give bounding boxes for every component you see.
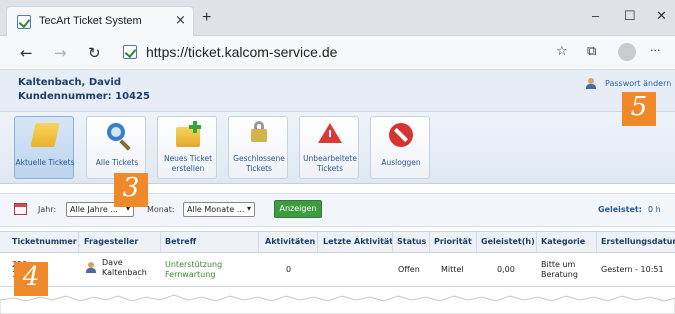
collections-icon[interactable]: ⧉ [587, 44, 596, 59]
calendar-icon [14, 203, 27, 215]
tab-close-icon[interactable]: × [175, 13, 186, 28]
category-line1: Bitte um [541, 260, 576, 269]
button-label-line1: Geschlossene [233, 154, 285, 163]
button-label-line2: Tickets [316, 164, 344, 173]
all-tickets-button[interactable]: Alle Tickets [86, 116, 146, 179]
col-created[interactable]: Erstellungsdatum [601, 237, 675, 246]
lock-icon [251, 129, 267, 142]
tab-title: TecArt Ticket System [39, 15, 142, 27]
button-label: Aktuelle Tickets [15, 158, 75, 167]
col-requester[interactable]: Fragesteller [84, 237, 138, 246]
person-icon [86, 262, 96, 273]
status-value: Offen [398, 265, 420, 274]
logout-button[interactable]: Ausloggen [370, 116, 430, 179]
col-last-activity[interactable]: Letzte Aktivität [323, 237, 393, 246]
button-label-line1: Neues Ticket [163, 154, 213, 163]
folder-icon [30, 123, 60, 147]
customer-number: Kundennummer: 10425 [18, 91, 150, 102]
hours-value: 0,00 [497, 265, 515, 274]
no-entry-icon [389, 123, 413, 147]
unprocessed-tickets-button[interactable]: Unbearbeitete Tickets [299, 116, 359, 179]
user-name: Kaltenbach, David [18, 77, 121, 88]
requester-last-name: Kaltenbach [102, 268, 147, 277]
window-close-button[interactable]: ✕ [656, 8, 667, 24]
site-favicon-icon [17, 15, 31, 29]
col-category[interactable]: Kategorie [541, 237, 585, 246]
favorites-icon[interactable]: ☆ [556, 44, 568, 59]
button-label-line2: Tickets [245, 164, 273, 173]
url-field[interactable]: https://ticket.kalcom-service.de [146, 44, 337, 60]
col-ticket-number[interactable]: Ticketnummer [12, 237, 77, 246]
col-status[interactable]: Status [397, 237, 426, 246]
button-label-line1: Unbearbeitete [303, 154, 357, 163]
hours-worked-value: 0 h [648, 205, 661, 214]
col-subject[interactable]: Betreff [165, 237, 196, 246]
magnifier-icon [107, 123, 125, 141]
closed-tickets-button[interactable]: Geschlossene Tickets [228, 116, 288, 179]
current-tickets-button[interactable]: Aktuelle Tickets [14, 116, 75, 179]
hours-worked-label: Geleistet: [598, 205, 642, 214]
browser-tab[interactable]: TecArt Ticket System × [6, 6, 194, 36]
more-menu-icon[interactable]: ··· [650, 44, 661, 57]
torn-edge-decoration [0, 294, 675, 314]
month-select-value: Alle Monate ... [187, 205, 245, 214]
plus-icon [189, 121, 201, 133]
requester-first-name: Dave [102, 258, 123, 267]
marker-5: 5 [622, 92, 656, 126]
change-password-link[interactable]: Passwort ändern [605, 79, 671, 88]
created-date: Gestern - 10:51 [601, 265, 664, 274]
subject-link-line1[interactable]: Unterstützung [165, 260, 222, 270]
year-label: Jahr: [38, 205, 57, 214]
show-button[interactable]: Anzeigen [274, 200, 322, 218]
category-line2: Beratung [541, 270, 578, 279]
back-icon[interactable]: ← [20, 44, 33, 62]
new-tab-button[interactable]: + [202, 9, 211, 27]
profile-avatar[interactable] [618, 43, 636, 61]
url-favicon-icon [123, 45, 137, 59]
marker-4: 4 [14, 262, 48, 296]
chevron-down-icon: ▾ [246, 204, 251, 213]
year-select-value: Alle Jahre ... [70, 205, 118, 214]
magnifier-handle-icon [119, 139, 131, 151]
user-icon [586, 78, 596, 89]
new-ticket-button[interactable]: Neues Ticket erstellen [157, 116, 217, 179]
month-label: Monat: [147, 205, 175, 214]
subject-link-line2[interactable]: Fernwartung [165, 270, 215, 280]
col-hours[interactable]: Geleistet(h) [481, 237, 535, 246]
priority-value: Mittel [441, 265, 464, 274]
minimize-button[interactable]: – [592, 8, 599, 23]
button-label: Alle Tickets [95, 158, 139, 167]
col-priority[interactable]: Priorität [434, 237, 472, 246]
activities-count: 0 [286, 265, 292, 274]
button-label: Ausloggen [381, 158, 421, 167]
col-activities[interactable]: Aktivitäten [265, 237, 315, 246]
maximize-button[interactable]: ☐ [624, 8, 636, 24]
warning-mark-icon [329, 130, 331, 137]
address-bar [0, 36, 675, 70]
reload-icon[interactable]: ↻ [88, 44, 101, 62]
forward-icon[interactable]: → [54, 44, 67, 62]
month-select[interactable]: Alle Monate ... ▾ [183, 202, 255, 217]
marker-3: 3 [114, 173, 148, 207]
button-label-line2: erstellen [171, 164, 205, 173]
